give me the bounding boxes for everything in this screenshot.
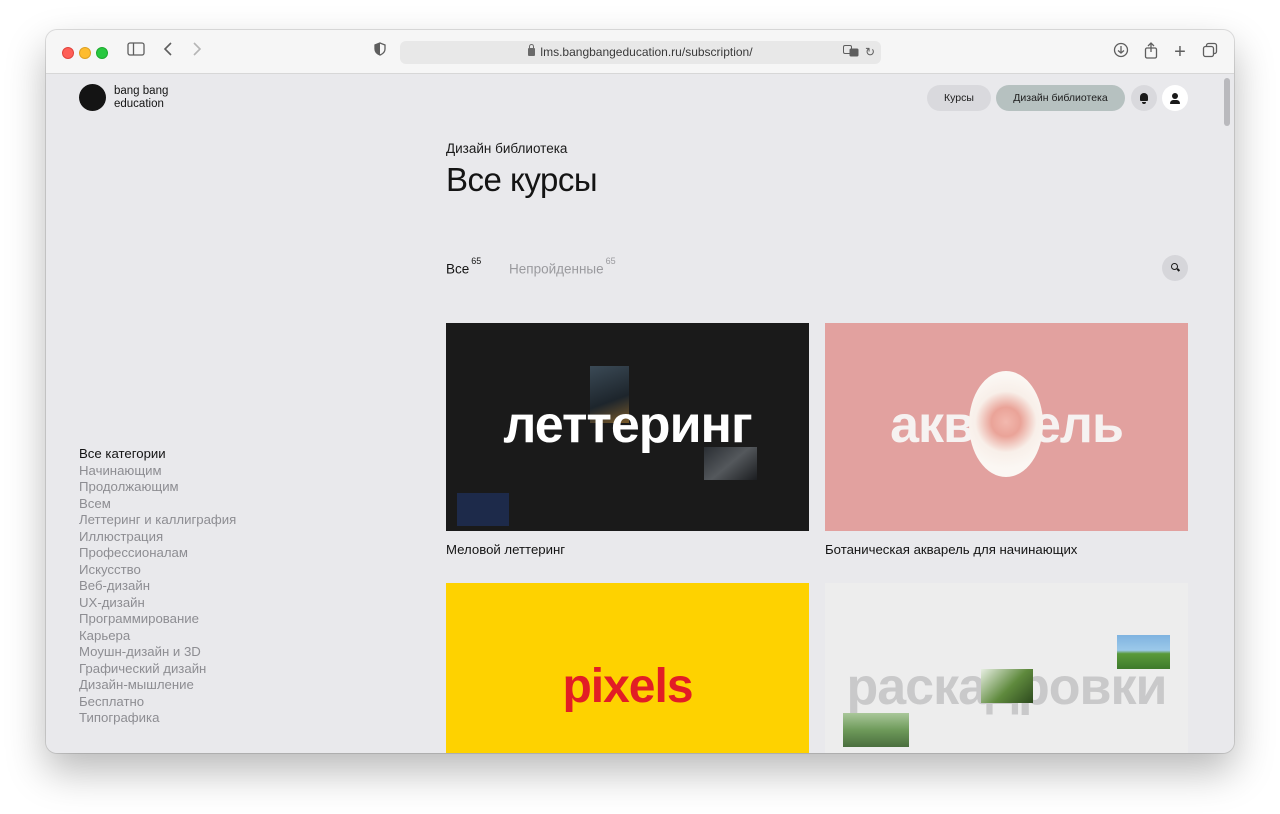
privacy-shield-icon[interactable] xyxy=(370,42,390,62)
category-list: Все категории Начинающим Продолжающим Вс… xyxy=(79,446,236,727)
cover-word: pixels xyxy=(562,660,693,713)
logo-mark xyxy=(79,84,106,111)
tab-all[interactable]: Все65 xyxy=(446,256,481,277)
tab-unfinished-count: 65 xyxy=(605,256,616,266)
category-item[interactable]: Графический дизайн xyxy=(79,661,236,678)
cover-photo xyxy=(457,493,509,526)
course-cover-image: акварель xyxy=(825,323,1188,531)
category-item[interactable]: UX-дизайн xyxy=(79,595,236,612)
category-item[interactable]: Программирование xyxy=(79,611,236,628)
category-item[interactable]: Дизайн-мышление xyxy=(79,677,236,694)
cover-photo xyxy=(704,447,757,480)
course-cover-image: леттеринг xyxy=(446,323,809,531)
notifications-button[interactable] xyxy=(1131,85,1157,111)
tab-overview-icon[interactable] xyxy=(1200,42,1220,62)
category-item[interactable]: Карьера xyxy=(79,628,236,645)
browser-toolbar: lms.bangbangeducation.ru/subscription/ ↻… xyxy=(46,30,1234,74)
category-all[interactable]: Все категории xyxy=(79,446,236,463)
forward-icon[interactable] xyxy=(187,42,207,62)
zoom-window-button[interactable] xyxy=(96,47,108,59)
close-window-button[interactable] xyxy=(62,47,74,59)
category-item[interactable]: Веб-дизайн xyxy=(79,578,236,595)
tab-all-label: Все xyxy=(446,261,470,277)
category-item[interactable]: Начинающим xyxy=(79,463,236,480)
translate-icon[interactable] xyxy=(842,43,860,61)
course-card[interactable]: раскадровки xyxy=(825,583,1188,753)
nav-library-button[interactable]: Дизайн библиотека xyxy=(996,85,1125,111)
course-title[interactable]: Ботаническая акварель для начинающих xyxy=(825,542,1188,557)
sidebar-toggle-icon[interactable] xyxy=(126,42,146,62)
course-card[interactable]: pixels xyxy=(446,583,809,753)
breadcrumb[interactable]: Дизайн библиотека xyxy=(446,141,567,156)
category-item[interactable]: Искусство xyxy=(79,562,236,579)
category-item[interactable]: Продолжающим xyxy=(79,479,236,496)
search-button[interactable] xyxy=(1162,255,1188,281)
profile-button[interactable] xyxy=(1162,85,1188,111)
logo-text: bang bang education xyxy=(114,85,168,111)
category-item[interactable]: Моушн-дизайн и 3D xyxy=(79,644,236,661)
category-item[interactable]: Бесплатно xyxy=(79,694,236,711)
address-bar[interactable]: lms.bangbangeducation.ru/subscription/ ↻ xyxy=(400,41,881,64)
url-text: lms.bangbangeducation.ru/subscription/ xyxy=(540,45,753,59)
course-card[interactable]: акварель Ботаническая акварель для начин… xyxy=(825,323,1188,557)
minimize-window-button[interactable] xyxy=(79,47,91,59)
category-item[interactable]: Всем xyxy=(79,496,236,513)
category-item[interactable]: Типографика xyxy=(79,710,236,727)
new-tab-icon[interactable]: + xyxy=(1170,42,1190,62)
nav-courses-button[interactable]: Курсы xyxy=(927,85,991,111)
logo-line-2: education xyxy=(114,97,164,110)
cover-word: леттеринг xyxy=(503,396,752,454)
site-logo[interactable]: bang bang education xyxy=(79,84,168,111)
cover-photo xyxy=(981,669,1033,703)
scrollbar[interactable] xyxy=(1224,78,1230,126)
category-item[interactable]: Иллюстрация xyxy=(79,529,236,546)
tab-unfinished[interactable]: Непройденные65 xyxy=(509,256,616,277)
course-cover-image: раскадровки xyxy=(825,583,1188,753)
course-title[interactable]: Меловой леттеринг xyxy=(446,542,809,557)
flower-photo xyxy=(969,371,1043,477)
category-item[interactable]: Леттеринг и каллиграфия xyxy=(79,512,236,529)
page-content: bang bang education Курсы Дизайн библиот… xyxy=(46,75,1234,753)
logo-line-1: bang bang xyxy=(114,84,169,97)
course-cover-image: pixels xyxy=(446,583,809,753)
page-title: Все курсы xyxy=(446,161,598,198)
category-item[interactable]: Профессионалам xyxy=(79,545,236,562)
course-card[interactable]: леттеринг Меловой леттеринг xyxy=(446,323,809,557)
back-icon[interactable] xyxy=(158,42,178,62)
cover-photo xyxy=(843,713,909,747)
browser-window: lms.bangbangeducation.ru/subscription/ ↻… xyxy=(46,30,1234,753)
cover-photo xyxy=(1117,635,1170,669)
tab-unfinished-label: Непройденные xyxy=(509,261,604,277)
lock-icon xyxy=(528,44,536,56)
downloads-icon[interactable] xyxy=(1111,42,1131,62)
bell-icon xyxy=(1140,93,1148,104)
reload-icon[interactable]: ↻ xyxy=(861,43,879,61)
share-icon[interactable] xyxy=(1141,42,1161,62)
tab-all-count: 65 xyxy=(471,256,482,266)
search-icon xyxy=(1171,263,1178,270)
